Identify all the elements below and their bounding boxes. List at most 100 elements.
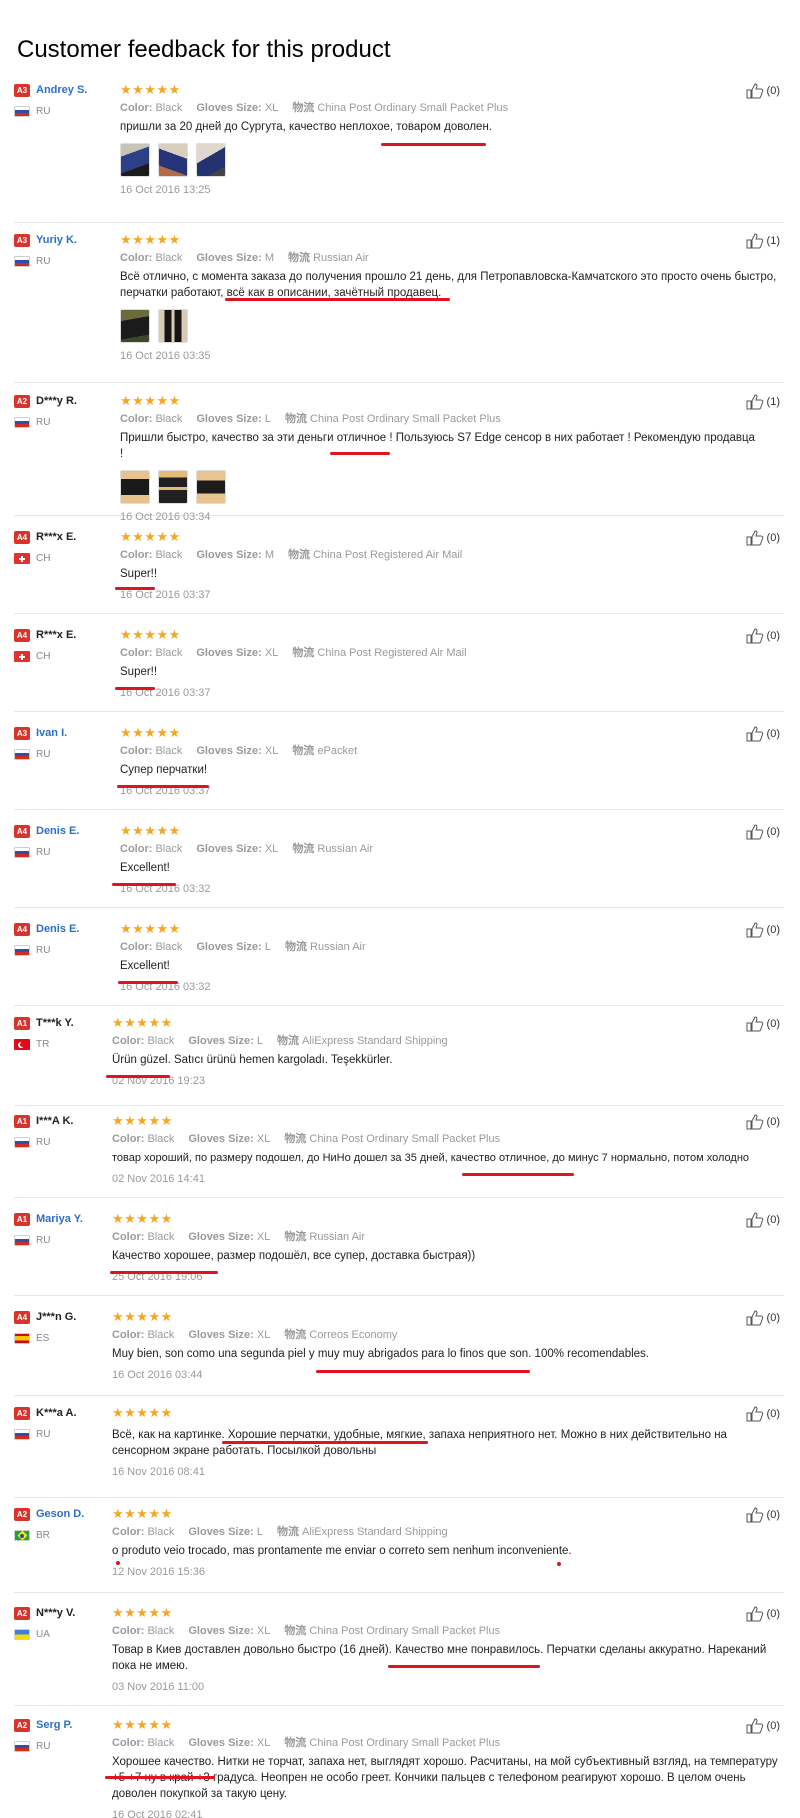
helpful-count: (0) — [766, 1214, 780, 1226]
helpful-count: (1) — [766, 396, 780, 408]
review-photo[interactable] — [158, 309, 188, 343]
color-value: Black — [155, 549, 183, 561]
review-photos — [120, 143, 740, 177]
reviewer-name[interactable]: Mariya Y. — [36, 1213, 83, 1225]
size-value: XL — [256, 1329, 271, 1341]
shipping-label: 物流 — [292, 843, 315, 855]
helpful-button[interactable]: (0) — [746, 1310, 780, 1326]
reviewer-name: R***x E. — [36, 629, 77, 641]
turkey-flag-icon — [14, 1038, 30, 1050]
reviewer-info: A2 K***a A. RU — [14, 1406, 109, 1440]
country-code: RU — [36, 416, 51, 428]
helpful-button[interactable]: (1) — [746, 394, 780, 410]
size-label: Gloves Size: — [188, 1737, 254, 1749]
order-info: Color: Black Gloves Size: XL 物流 China Post… — [120, 646, 740, 660]
helpful-button[interactable]: (1) — [746, 233, 780, 249]
reviewer-name[interactable]: Denis E. — [36, 923, 79, 935]
review-text: Всё отлично, с момента заказа до получен… — [120, 271, 777, 299]
review-photo[interactable] — [158, 470, 188, 504]
reviewer-name[interactable]: Geson D. — [36, 1508, 84, 1520]
helpful-button[interactable]: (0) — [746, 1114, 780, 1130]
size-value: L — [264, 413, 271, 425]
color-label: Color: — [120, 745, 153, 757]
shipping-value: China Post Ordinary Small Packet Plus — [309, 1737, 501, 1749]
russia-flag-icon — [14, 748, 30, 760]
country-code: BR — [36, 1529, 50, 1541]
thumbs-up-icon — [746, 530, 763, 546]
order-info: Color: Black Gloves Size: L 物流 AliExpress … — [112, 1034, 772, 1048]
helpful-button[interactable]: (0) — [746, 530, 780, 546]
helpful-button[interactable]: (0) — [746, 628, 780, 644]
helpful-count: (0) — [766, 85, 780, 97]
color-value: Black — [155, 843, 183, 855]
highlight-underline — [105, 1776, 215, 1779]
helpful-button[interactable]: (0) — [746, 1212, 780, 1228]
country-code: RU — [36, 1428, 51, 1440]
helpful-button[interactable]: (0) — [746, 726, 780, 742]
color-value: Black — [147, 1035, 175, 1047]
review-date: 16 Nov 2016 08:41 — [112, 1466, 205, 1478]
size-value: XL — [264, 647, 279, 659]
review-item: A1 Mariya Y. RU ★★★★★ Color: Black Gloves … — [14, 1212, 784, 1296]
shipping-value: Russian Air — [313, 252, 369, 264]
review-photo[interactable] — [196, 470, 226, 504]
shipping-label: 物流 — [292, 102, 315, 114]
review-photo[interactable] — [120, 470, 150, 504]
spain-flag-icon — [14, 1332, 30, 1344]
color-label: Color: — [112, 1231, 145, 1243]
rating-stars: ★★★★★ — [112, 1605, 173, 1620]
helpful-button[interactable]: (0) — [746, 922, 780, 938]
shipping-value: China Post Ordinary Small Packet Plus — [309, 1133, 501, 1145]
country-code: UA — [36, 1628, 50, 1640]
reviewer-name[interactable]: Yuriy K. — [36, 234, 77, 246]
helpful-button[interactable]: (0) — [746, 83, 780, 99]
helpful-count: (0) — [766, 1408, 780, 1420]
thumbs-up-icon — [746, 233, 763, 249]
reviewer-name[interactable]: Ivan I. — [36, 727, 67, 739]
color-value: Black — [147, 1625, 175, 1637]
highlight-underline — [316, 1370, 530, 1373]
thumbs-up-icon — [746, 1114, 763, 1130]
shipping-label: 物流 — [284, 1737, 307, 1749]
review-item: A3 Yuriy K. RU ★★★★★ Color: Black Gloves S… — [14, 233, 784, 383]
russia-flag-icon — [14, 416, 30, 428]
helpful-button[interactable]: (0) — [746, 1016, 780, 1032]
order-info: Color: Black Gloves Size: M 物流 Russian Air — [120, 251, 780, 265]
review-content: ★★★★★ Color: Black Gloves Size: L 物流 Russi… — [120, 922, 740, 994]
helpful-button[interactable]: (0) — [746, 1718, 780, 1734]
reviewer-info: A4 R***x E. CH — [14, 628, 109, 662]
highlight-underline — [110, 1271, 218, 1274]
reviewer-info: A3 Andrey S. RU — [14, 83, 109, 117]
review-photo[interactable] — [120, 143, 150, 177]
russia-flag-icon — [14, 1136, 30, 1148]
reviewer-name[interactable]: Andrey S. — [36, 84, 87, 96]
review-photo[interactable] — [120, 309, 150, 343]
review-text: Super!! — [120, 666, 158, 678]
reviewer-info: A4 J***n G. ES — [14, 1310, 109, 1344]
thumbs-up-icon — [746, 83, 763, 99]
reviewer-name[interactable]: Denis E. — [36, 825, 79, 837]
helpful-button[interactable]: (0) — [746, 1507, 780, 1523]
size-label: Gloves Size: — [188, 1035, 254, 1047]
review-photo[interactable] — [196, 143, 226, 177]
rating-stars: ★★★★★ — [120, 82, 181, 97]
reviewer-info: A1 T***k Y. TR — [14, 1016, 109, 1050]
shipping-label: 物流 — [284, 1231, 307, 1243]
helpful-button[interactable]: (0) — [746, 1406, 780, 1422]
reviewer-name[interactable]: Serg P. — [36, 1719, 73, 1731]
rating-stars: ★★★★★ — [120, 921, 181, 936]
size-value: M — [264, 549, 275, 561]
highlight-underline — [462, 1173, 574, 1176]
color-label: Color: — [112, 1737, 145, 1749]
review-item: A4 Denis E. RU ★★★★★ Color: Black Gloves S… — [14, 824, 784, 908]
reviewer-name: I***A K. — [36, 1115, 74, 1127]
review-photo[interactable] — [158, 143, 188, 177]
helpful-button[interactable]: (0) — [746, 1606, 780, 1622]
color-value: Black — [155, 102, 183, 114]
color-value: Black — [147, 1329, 175, 1341]
country-code: CH — [36, 552, 51, 564]
review-text: Ürün güzel. Satıcı ürünü hemen kargoladı… — [112, 1054, 393, 1066]
review-date: 02 Nov 2016 19:23 — [112, 1075, 205, 1087]
color-label: Color: — [120, 549, 153, 561]
helpful-button[interactable]: (0) — [746, 824, 780, 840]
